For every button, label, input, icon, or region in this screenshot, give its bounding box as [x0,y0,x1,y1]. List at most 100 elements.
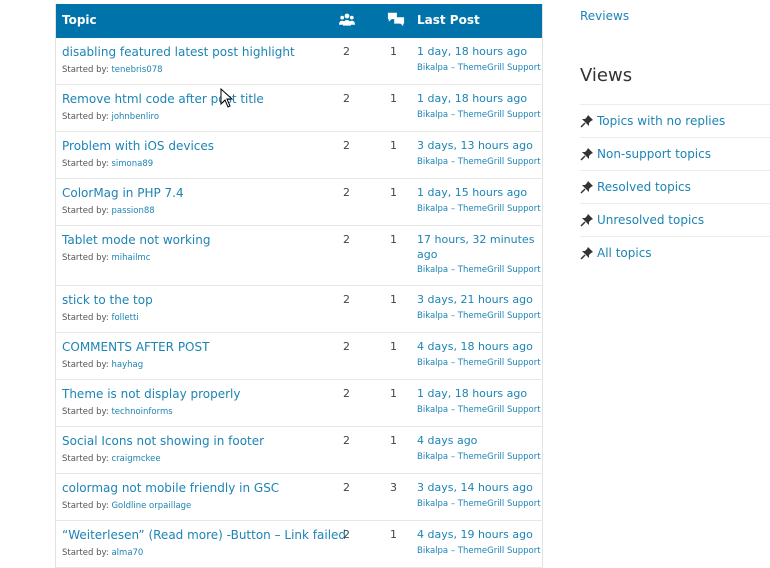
views-item[interactable]: Topics with no replies [580,104,770,137]
views-heading: Views [580,65,633,86]
topic-author-link[interactable]: mihailmc [111,253,150,263]
voices-count: 2 [343,92,350,105]
last-post-author-link[interactable]: Bikalpa – ThemeGrill Support [417,157,541,167]
started-by-label: Started by: [62,454,109,464]
freshness-link[interactable]: 3 days, 21 hours ago [417,292,539,307]
freshness-link[interactable]: 1 day, 18 hours ago [417,386,539,401]
views-item-label: Resolved topics [597,180,691,194]
started-by-label: Started by: [62,313,109,323]
topic-title-link[interactable]: “Weiterlesen” (Read more) -Button – Link… [62,528,346,542]
mouse-cursor-icon [220,88,234,108]
started-by: Started by: folletti [62,313,139,323]
topic-title-link[interactable]: disabling featured latest post highlight [62,45,295,59]
table-row: stick to the top Started by: folletti 2 1 3 … [56,286,542,333]
table-header: Topic Last Post [56,4,542,38]
table-row: Problem with iOS devices Started by: simo… [56,132,542,179]
last-post-author-link[interactable]: Bikalpa – ThemeGrill Support [417,110,541,120]
header-last-post: Last Post [417,13,480,27]
started-by: Started by: simona89 [62,159,153,169]
pin-icon [580,181,593,194]
voices-count: 2 [343,340,350,353]
views-item[interactable]: Resolved topics [580,170,770,203]
started-by: Started by: technoinforms [62,407,173,417]
posts-count: 1 [390,528,397,541]
views-item[interactable]: Unresolved topics [580,203,770,236]
last-post-author-link[interactable]: Bikalpa – ThemeGrill Support [417,311,541,321]
table-row: Remove html code after post title Started… [56,85,542,132]
topic-author-link[interactable]: craigmckee [111,454,160,464]
views-item[interactable]: All topics [580,236,770,269]
topic-author-link[interactable]: technoinforms [111,407,172,417]
freshness-link[interactable]: 1 day, 18 hours ago [417,91,539,106]
reviews-link[interactable]: Reviews [580,9,629,23]
voices-count: 2 [343,139,350,152]
topic-author-link[interactable]: hayhag [111,360,143,370]
voices-count: 2 [343,434,350,447]
started-by-label: Started by: [62,501,109,511]
started-by-label: Started by: [62,548,109,558]
freshness-link[interactable]: 1 day, 18 hours ago [417,44,539,59]
topic-title-link[interactable]: Theme is not display properly [62,387,241,401]
last-post-author-link[interactable]: Bikalpa – ThemeGrill Support [417,204,541,214]
last-post-author-link[interactable]: Bikalpa – ThemeGrill Support [417,358,541,368]
last-post-author-link[interactable]: Bikalpa – ThemeGrill Support [417,405,541,415]
table-row: Tablet mode not working Started by: mihai… [56,226,542,286]
freshness-link[interactable]: 4 days, 18 hours ago [417,339,539,354]
started-by: Started by: tenebris078 [62,65,163,75]
topic-title-link[interactable]: colormag not mobile friendly in GSC [62,481,279,495]
topic-author-link[interactable]: Goldline orpaillage [111,501,191,511]
topic-author-link[interactable]: folletti [111,313,138,323]
topic-title-link[interactable]: COMMENTS AFTER POST [62,340,209,354]
posts-count: 1 [390,387,397,400]
topic-title-link[interactable]: Social Icons not showing in footer [62,434,264,448]
freshness-link[interactable]: 4 days, 19 hours ago [417,527,539,542]
freshness-link[interactable]: 4 days ago [417,433,539,448]
pin-icon [580,214,593,227]
views-item-label: Unresolved topics [597,213,705,227]
voices-count: 2 [343,528,350,541]
freshness-link[interactable]: 17 hours, 32 minutes ago [417,232,539,262]
topic-title-link[interactable]: Tablet mode not working [62,233,210,247]
table-row: ColorMag in PHP 7.4 Started by: passion88… [56,179,542,226]
table-row: disabling featured latest post highlight… [56,38,542,85]
voices-count: 2 [343,186,350,199]
topic-author-link[interactable]: alma70 [111,548,143,558]
posts-count: 1 [390,45,397,58]
freshness-link[interactable]: 1 day, 15 hours ago [417,185,539,200]
last-post-author-link[interactable]: Bikalpa – ThemeGrill Support [417,265,541,275]
last-post-author-link[interactable]: Bikalpa – ThemeGrill Support [417,63,541,73]
started-by: Started by: mihailmc [62,253,150,263]
started-by-label: Started by: [62,407,109,417]
topic-author-link[interactable]: simona89 [111,159,153,169]
posts-count: 1 [390,434,397,447]
topic-title-link[interactable]: ColorMag in PHP 7.4 [62,186,184,200]
freshness-link[interactable]: 3 days, 13 hours ago [417,138,539,153]
views-list: Topics with no replies Non-support topics… [580,104,770,269]
views-item-label: Non-support topics [597,147,711,161]
views-item-label: All topics [597,246,652,260]
last-post-author-link[interactable]: Bikalpa – ThemeGrill Support [417,499,541,509]
started-by-label: Started by: [62,206,109,216]
topic-rows: disabling featured latest post highlight… [56,38,542,568]
started-by-label: Started by: [62,253,109,263]
topic-title-link[interactable]: stick to the top [62,293,153,307]
voices-count: 2 [343,387,350,400]
header-topic: Topic [62,13,97,27]
topics-table: Topic Last Post disabling featured lates… [55,4,543,568]
table-row: Theme is not display properly Started by:… [56,380,542,427]
started-by-label: Started by: [62,112,109,122]
topic-author-link[interactable]: johnbenliro [111,112,159,122]
topic-author-link[interactable]: tenebris078 [111,65,162,75]
posts-count: 3 [390,481,397,494]
topic-author-link[interactable]: passion88 [111,206,154,216]
table-row: Social Icons not showing in footer Starte… [56,427,542,474]
voices-count: 2 [343,233,350,246]
freshness-link[interactable]: 3 days, 14 hours ago [417,480,539,495]
started-by-label: Started by: [62,159,109,169]
views-item[interactable]: Non-support topics [580,137,770,170]
posts-count: 1 [390,139,397,152]
users-icon [339,13,355,26]
last-post-author-link[interactable]: Bikalpa – ThemeGrill Support [417,546,541,556]
topic-title-link[interactable]: Problem with iOS devices [62,139,214,153]
last-post-author-link[interactable]: Bikalpa – ThemeGrill Support [417,452,541,462]
